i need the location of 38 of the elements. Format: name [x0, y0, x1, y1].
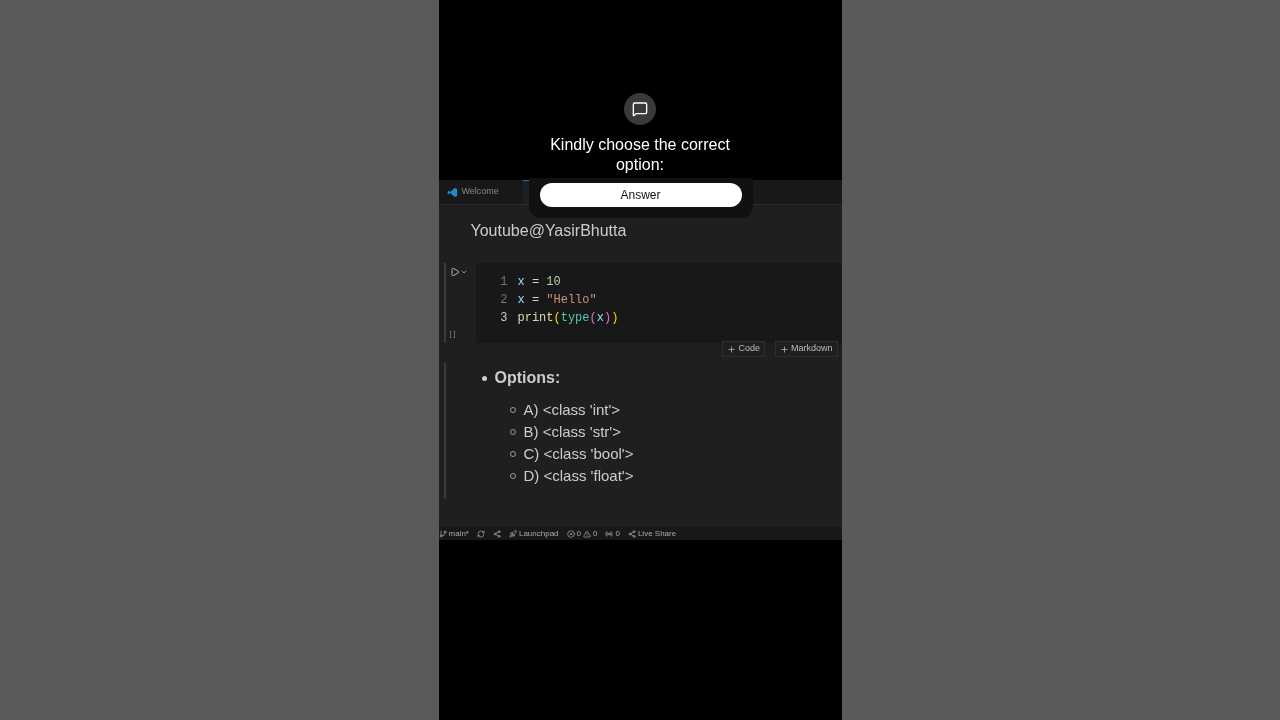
code-cell[interactable]: 1 x = 10 2 x = "Hello" 3 print(type(x)): [475, 263, 842, 343]
share-icon: [627, 529, 636, 538]
option-text: D) <class 'float'>: [523, 466, 634, 486]
ports-status[interactable]: 0: [605, 527, 620, 540]
warning-icon: [583, 529, 591, 538]
problems-status[interactable]: 0 0: [566, 527, 598, 540]
run-icon[interactable]: [449, 267, 460, 277]
code-line: x = 10: [517, 274, 561, 291]
prompt-title: Kindly choose the correct option:: [549, 135, 731, 175]
line-number: 3: [499, 310, 509, 327]
notebook-heading: Youtube@YasirBhutta: [470, 221, 628, 241]
launchpad-status[interactable]: Launchpad: [508, 527, 559, 540]
option-text: C) <class 'bool'>: [523, 444, 634, 464]
answer-button[interactable]: Answer: [539, 183, 742, 207]
add-cell-button[interactable]: Markdown: [775, 341, 838, 357]
branch-icon: [438, 529, 447, 538]
code-line: print(type(x)): [517, 310, 619, 327]
error-icon: [566, 529, 575, 538]
bullet-icon: [481, 375, 487, 381]
editor-tab[interactable]: Welcome: [438, 180, 523, 204]
option-text: A) <class 'int'>: [523, 400, 621, 420]
live-share-status[interactable]: Live Share: [627, 527, 677, 540]
sync-icon[interactable]: [476, 529, 485, 538]
rocket-icon: [508, 529, 517, 538]
chevron-icon[interactable]: [459, 268, 468, 276]
plus-icon: [727, 344, 737, 354]
branch-status[interactable]: main*: [438, 527, 469, 540]
code-line: x = "Hello": [517, 292, 597, 309]
plus-icon: [780, 344, 789, 354]
line-number: 1: [499, 274, 509, 291]
graph-icon[interactable]: [492, 529, 501, 538]
antenna-icon: [605, 529, 614, 538]
add-cell-button[interactable]: Code: [722, 341, 765, 357]
markdown-cell[interactable]: Options: A) <class 'int'> B) <class 'str'> C) <class 'bool'> D) <class 'float'>: [443, 363, 842, 499]
options-heading: Options:: [494, 368, 561, 388]
app-logo-icon: [446, 186, 458, 198]
line-number: 2: [499, 292, 509, 309]
option-text: B) <class 'str'>: [523, 422, 621, 442]
